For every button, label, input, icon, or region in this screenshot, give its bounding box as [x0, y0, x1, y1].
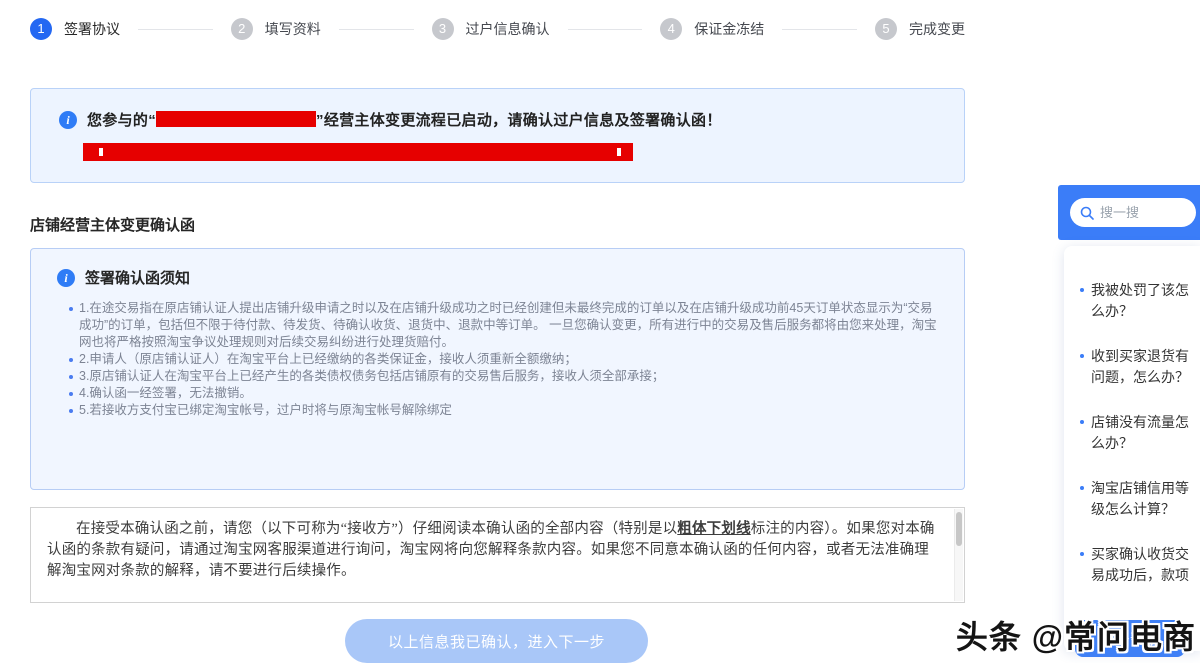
step-connector	[568, 29, 643, 30]
confirmation-letter-box[interactable]: 在接受本确认函之前，请您（以下可称为“接收方”）仔细阅读本确认函的全部内容（特别…	[30, 507, 965, 603]
letter-paragraph: 在接受本确认函之前，请您（以下可称为“接收方”）仔细阅读本确认函的全部内容（特别…	[47, 519, 936, 582]
page-title: 店铺经营主体变更确认函	[30, 214, 195, 235]
step-4-number: 4	[660, 18, 682, 40]
scrollbar-thumb[interactable]	[956, 512, 962, 546]
notice-item: 4.确认函一经签署，无法撤销。	[69, 385, 942, 402]
notice-title: 签署确认函须知	[85, 267, 190, 288]
step-connector	[138, 29, 213, 30]
step-3-label: 过户信息确认	[466, 19, 550, 39]
watermark-text: 头条 @常问电商	[956, 612, 1196, 658]
confirm-next-step-button[interactable]: 以上信息我已确认，进入下一步	[345, 619, 648, 663]
info-icon: i	[57, 269, 75, 287]
search-input[interactable]	[1100, 205, 1182, 220]
step-4-label: 保证金冻结	[694, 19, 764, 39]
step-sign-agreement: 1 签署协议	[30, 18, 120, 40]
notice-item: 2.申请人（原店铺认证人）在淘宝平台上已经缴纳的各类保证金，接收人须重新全额缴纳…	[69, 351, 942, 368]
step-transfer-confirm: 3 过户信息确认	[432, 18, 550, 40]
bold-underline-phrase: 粗体下划线	[677, 521, 751, 537]
step-1-label: 签署协议	[64, 19, 120, 39]
help-link-traffic[interactable]: 店铺没有流量怎么办？	[1080, 412, 1192, 454]
step-2-number: 2	[231, 18, 253, 40]
list-fade-overlay	[1064, 583, 1200, 609]
step-1-number: 1	[30, 18, 52, 40]
redacted-shop-name	[156, 111, 316, 127]
step-connector	[782, 29, 857, 30]
step-deposit-freeze: 4 保证金冻结	[660, 18, 764, 40]
notice-list: 1.在途交易指在原店铺认证人提出店铺升级申请之时以及在店铺升级成功之时已经创建但…	[69, 300, 942, 419]
info-icon: i	[59, 111, 77, 129]
alert-message: 您参与的“”经营主体变更流程已启动，请确认过户信息及签署确认函！	[87, 109, 722, 130]
step-complete-change: 5 完成变更	[875, 18, 965, 40]
help-search-box[interactable]	[1070, 198, 1196, 227]
step-fill-info: 2 填写资料	[231, 18, 321, 40]
help-link-penalty[interactable]: 我被处罚了该怎么办？	[1080, 280, 1192, 322]
step-5-label: 完成变更	[909, 19, 965, 39]
redacted-detail-line	[83, 143, 633, 161]
help-sidebar-card: 我被处罚了该怎么办？ 收到买家退货有问题，怎么办？ 店铺没有流量怎么办？ 淘宝店…	[1064, 246, 1200, 651]
step-5-number: 5	[875, 18, 897, 40]
help-sidebar-header	[1058, 185, 1200, 240]
search-icon	[1080, 206, 1094, 220]
progress-stepper: 1 签署协议 2 填写资料 3 过户信息确认 4 保证金冻结 5 完成变更	[30, 18, 965, 40]
help-link-returns[interactable]: 收到买家退货有问题，怎么办？	[1080, 346, 1192, 388]
letter-scrollbar[interactable]	[954, 509, 963, 601]
step-connector	[339, 29, 414, 30]
step-2-label: 填写资料	[265, 19, 321, 39]
notice-item: 1.在途交易指在原店铺认证人提出店铺升级申请之时以及在店铺升级成功之时已经创建但…	[69, 300, 942, 351]
process-started-alert: i 您参与的“”经营主体变更流程已启动，请确认过户信息及签署确认函！	[30, 88, 965, 183]
step-3-number: 3	[432, 18, 454, 40]
notice-item: 3.原店铺认证人在淘宝平台上已经产生的各类债权债务包括店铺原有的交易售后服务，接…	[69, 368, 942, 385]
signing-notice-box: i 签署确认函须知 1.在途交易指在原店铺认证人提出店铺升级申请之时以及在店铺升…	[30, 248, 965, 490]
help-link-list: 我被处罚了该怎么办？ 收到买家退货有问题，怎么办？ 店铺没有流量怎么办？ 淘宝店…	[1080, 280, 1192, 586]
help-link-payment[interactable]: 买家确认收货交易成功后，款项	[1080, 544, 1192, 586]
notice-item: 5.若接收方支付宝已绑定淘宝帐号，过户时将与原淘宝帐号解除绑定	[69, 402, 942, 419]
help-link-credit-level[interactable]: 淘宝店铺信用等级怎么计算？	[1080, 478, 1192, 520]
